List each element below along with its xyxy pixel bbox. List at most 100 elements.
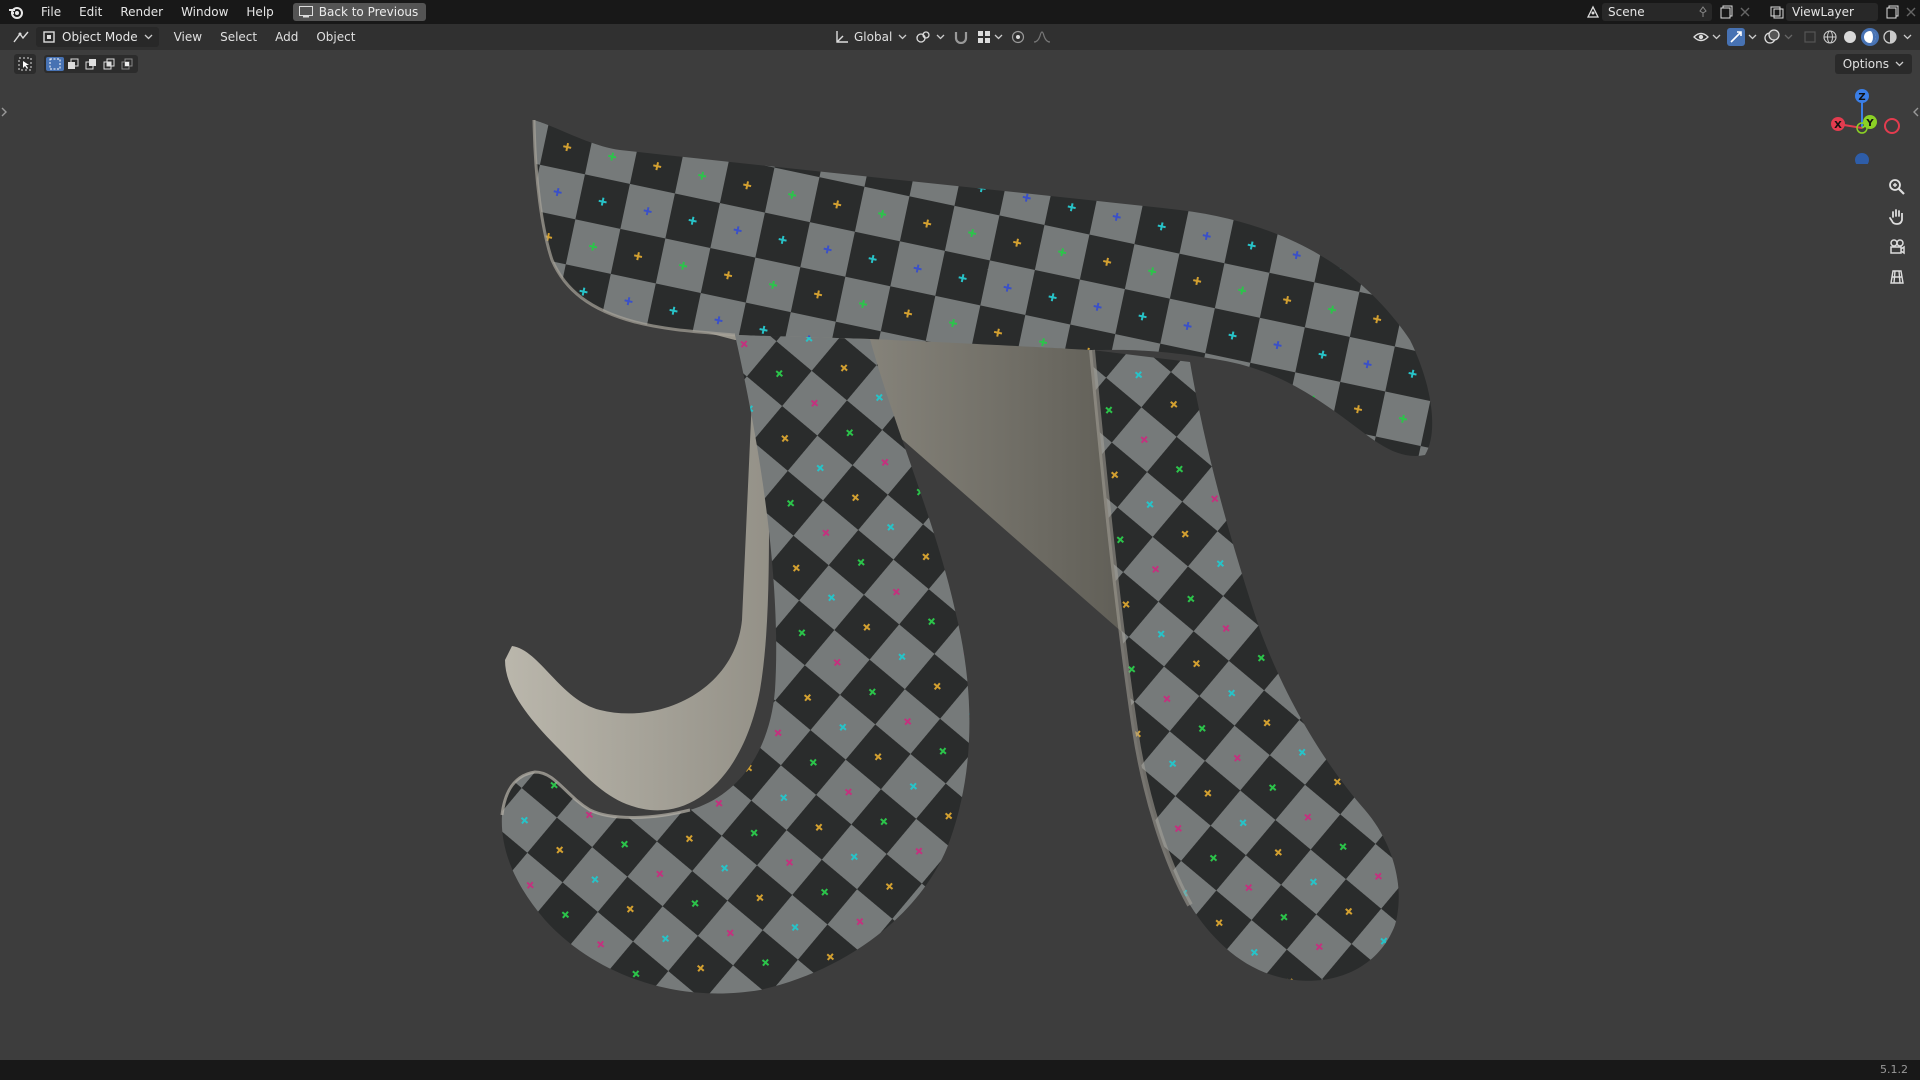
toolbar-expand-icon[interactable] bbox=[0, 105, 8, 119]
solid-shading-button[interactable] bbox=[1841, 28, 1859, 46]
new-view-layer-icon[interactable] bbox=[1884, 3, 1902, 21]
menu-select[interactable]: Select bbox=[211, 24, 266, 50]
new-selection-icon bbox=[49, 58, 61, 70]
camera-view-button[interactable] bbox=[1884, 234, 1910, 260]
intersect-selection-mode[interactable] bbox=[118, 57, 136, 71]
delete-view-layer-icon[interactable] bbox=[1902, 3, 1920, 21]
pivot-point-dropdown[interactable] bbox=[915, 27, 945, 47]
view-layer-name: ViewLayer bbox=[1792, 5, 1854, 19]
magnifier-plus-icon bbox=[1889, 179, 1905, 195]
scene-selector-icon[interactable] bbox=[1584, 3, 1602, 21]
object-mode-label: Object Mode bbox=[62, 30, 138, 44]
overlays-icon bbox=[1764, 29, 1780, 44]
rendered-shading-button[interactable] bbox=[1881, 28, 1899, 46]
extend-selection-icon bbox=[68, 58, 79, 69]
proportional-edit-icon bbox=[1012, 30, 1025, 44]
navigation-gizmo[interactable]: Z X Y bbox=[1822, 84, 1902, 164]
transform-orientation-label: Global bbox=[854, 30, 893, 44]
x-negative-handle[interactable] bbox=[1884, 118, 1900, 134]
hand-icon bbox=[1889, 209, 1903, 225]
show-gizmo-toggle[interactable] bbox=[1727, 28, 1745, 46]
options-dropdown[interactable]: Options bbox=[1834, 54, 1912, 74]
subtract-selection-mode[interactable] bbox=[82, 57, 100, 71]
falloff-curve-icon bbox=[1034, 31, 1051, 43]
options-label: Options bbox=[1842, 57, 1889, 71]
blender-logo-icon[interactable] bbox=[6, 2, 26, 22]
visibility-selectability-icon[interactable] bbox=[1692, 28, 1710, 46]
top-bar: File Edit Render Window Help Back to Pre… bbox=[0, 0, 1920, 24]
material-sphere-icon bbox=[1864, 31, 1876, 43]
wireframe-sphere-icon bbox=[1823, 30, 1837, 44]
back-to-previous-label: Back to Previous bbox=[318, 5, 419, 19]
proportional-editing-toggle[interactable] bbox=[1011, 27, 1025, 47]
snap-grid-icon bbox=[978, 31, 991, 43]
gizmo-y-label: Y bbox=[1865, 118, 1874, 129]
pan-view-button[interactable] bbox=[1884, 204, 1910, 230]
3d-viewport[interactable] bbox=[0, 50, 1920, 1060]
subtract-selection-icon bbox=[85, 59, 96, 70]
menu-view[interactable]: View bbox=[165, 24, 211, 50]
chevron-down-icon[interactable] bbox=[1712, 34, 1721, 40]
sidebar-expand-icon[interactable] bbox=[1912, 105, 1920, 119]
pi-right-leg-face bbox=[1092, 350, 1399, 981]
chevron-down-icon[interactable] bbox=[1784, 34, 1793, 40]
snap-target-dropdown[interactable] bbox=[977, 27, 1003, 47]
zoom-view-button[interactable] bbox=[1884, 174, 1910, 200]
chevron-down-icon bbox=[994, 34, 1003, 40]
difference-selection-icon bbox=[103, 58, 115, 70]
wireframe-shading-button[interactable] bbox=[1821, 28, 1839, 46]
chevron-down-icon bbox=[144, 34, 153, 40]
menu-render[interactable]: Render bbox=[111, 0, 172, 24]
grid-projection-icon bbox=[1890, 270, 1904, 284]
object-mode-dropdown[interactable]: Object Mode bbox=[36, 27, 159, 47]
rendered-sphere-icon bbox=[1883, 30, 1897, 44]
pin-icon[interactable] bbox=[1694, 3, 1712, 21]
transform-orientation-dropdown[interactable]: Global bbox=[835, 27, 907, 47]
proportional-falloff-dropdown[interactable] bbox=[1033, 27, 1051, 47]
xray-toggle[interactable] bbox=[1801, 28, 1819, 46]
xray-icon bbox=[1804, 31, 1816, 43]
viewport-display-tools bbox=[1692, 24, 1912, 50]
new-scene-icon[interactable] bbox=[1718, 3, 1736, 21]
view-layer-selector-icon[interactable] bbox=[1768, 3, 1786, 21]
chevron-down-icon bbox=[898, 34, 907, 40]
pi-symbol-model[interactable] bbox=[0, 50, 1920, 1060]
menu-help[interactable]: Help bbox=[237, 0, 282, 24]
menu-add[interactable]: Add bbox=[266, 24, 307, 50]
scene-field[interactable]: Scene bbox=[1602, 3, 1712, 21]
top-right-controls: Scene ViewLayer bbox=[1584, 0, 1920, 24]
chevron-down-icon bbox=[936, 34, 945, 40]
select-box-tool[interactable] bbox=[14, 54, 36, 74]
cursor-arrow-icon bbox=[18, 57, 32, 71]
gizmo-x-label: X bbox=[1834, 120, 1842, 131]
editor-type-icon[interactable] bbox=[12, 28, 30, 46]
screen-icon bbox=[298, 6, 313, 18]
set-new-selection-mode[interactable] bbox=[46, 57, 64, 71]
gizmo-icon bbox=[1730, 31, 1742, 43]
chevron-down-icon[interactable] bbox=[1748, 34, 1757, 40]
menu-edit[interactable]: Edit bbox=[70, 0, 111, 24]
toggle-projection-button[interactable] bbox=[1884, 264, 1910, 290]
main-menu: File Edit Render Window Help Back to Pre… bbox=[0, 0, 427, 24]
gizmo-z-label: Z bbox=[1858, 92, 1865, 103]
difference-selection-mode[interactable] bbox=[100, 57, 118, 71]
extend-selection-mode[interactable] bbox=[64, 57, 82, 71]
delete-scene-icon[interactable] bbox=[1736, 3, 1754, 21]
z-negative-handle[interactable] bbox=[1855, 153, 1869, 164]
material-preview-shading-button[interactable] bbox=[1861, 28, 1879, 46]
transform-tools: Global bbox=[835, 24, 1059, 50]
magnet-icon bbox=[955, 32, 968, 44]
chevron-down-icon[interactable] bbox=[1903, 34, 1912, 40]
status-bar: 5.1.2 bbox=[0, 1060, 1920, 1080]
tool-settings-row bbox=[14, 54, 138, 74]
view-layer-field[interactable]: ViewLayer bbox=[1786, 3, 1878, 21]
back-to-previous-button[interactable]: Back to Previous bbox=[292, 3, 427, 21]
menu-file[interactable]: File bbox=[32, 0, 70, 24]
scene-name: Scene bbox=[1608, 5, 1645, 19]
show-overlays-toggle[interactable] bbox=[1763, 28, 1781, 46]
snap-toggle[interactable] bbox=[953, 27, 969, 47]
blender-version: 5.1.2 bbox=[1880, 1063, 1908, 1076]
menu-window[interactable]: Window bbox=[172, 0, 237, 24]
menu-object[interactable]: Object bbox=[307, 24, 364, 50]
intersect-selection-icon bbox=[121, 58, 133, 70]
